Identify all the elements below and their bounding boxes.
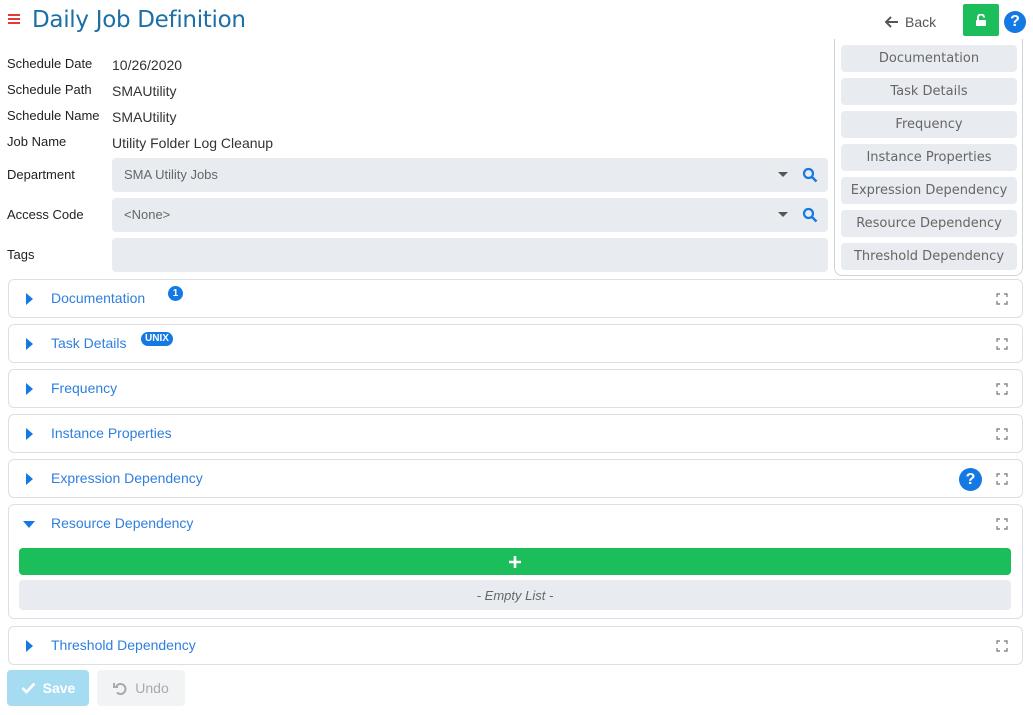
expand-arrow-icon[interactable]	[26, 338, 33, 350]
job-name-label: Job Name	[7, 134, 67, 149]
expand-arrow-icon[interactable]	[26, 640, 33, 652]
panel-task-details: Task Details UNIX	[8, 324, 1023, 363]
department-select[interactable]: SMA Utility Jobs	[112, 158, 828, 192]
empty-list-placeholder: - Empty List -	[19, 580, 1011, 610]
panel-title[interactable]: Resource Dependency	[51, 515, 193, 531]
page-title: Daily Job Definition	[32, 7, 246, 33]
help-icon[interactable]: ?	[959, 468, 982, 491]
tags-label: Tags	[7, 247, 35, 262]
panel-documentation: Documentation 1	[8, 279, 1023, 318]
help-icon[interactable]: ?	[1004, 11, 1026, 33]
quicknav-resource-dependency[interactable]: Resource Dependency	[841, 210, 1017, 237]
panel-instance-properties: Instance Properties	[8, 414, 1023, 453]
lock-toggle-button[interactable]	[963, 4, 999, 36]
arrow-left-icon	[885, 16, 898, 28]
quicknav-frequency[interactable]: Frequency	[841, 111, 1017, 138]
department-label: Department	[7, 167, 75, 182]
panel-threshold-dependency: Threshold Dependency	[8, 626, 1023, 665]
access-code-select[interactable]: <None>	[112, 198, 828, 232]
quicknav-instance-properties[interactable]: Instance Properties	[841, 144, 1017, 171]
expand-arrow-icon[interactable]	[26, 383, 33, 395]
quicknav-task-details[interactable]: Task Details	[841, 78, 1017, 105]
fullscreen-icon[interactable]	[996, 428, 1008, 440]
panel-header[interactable]: Frequency	[9, 370, 1022, 408]
schedule-name-value: SMAUtility	[112, 109, 177, 125]
plus-icon	[509, 555, 521, 568]
checkmark-icon	[21, 682, 36, 694]
panel-title[interactable]: Threshold Dependency	[51, 637, 196, 653]
fullscreen-icon[interactable]	[996, 518, 1008, 530]
panel-title[interactable]: Frequency	[51, 380, 117, 396]
fullscreen-icon[interactable]	[996, 383, 1008, 395]
panel-header[interactable]: Documentation 1	[9, 280, 1022, 318]
schedule-date-label: Schedule Date	[7, 56, 93, 71]
panel-title[interactable]: Instance Properties	[51, 425, 172, 441]
panel-expression-dependency: Expression Dependency ?	[8, 459, 1023, 498]
panel-header[interactable]: Resource Dependency	[9, 505, 1022, 543]
panel-header[interactable]: Task Details UNIX	[9, 325, 1022, 363]
dropdown-caret-icon[interactable]	[778, 212, 788, 217]
panel-resource-dependency: Resource Dependency - Empty List -	[8, 504, 1023, 619]
platform-badge: UNIX	[141, 332, 173, 346]
expand-arrow-icon[interactable]	[26, 473, 33, 485]
undo-button[interactable]: Undo	[97, 670, 185, 706]
fullscreen-icon[interactable]	[996, 473, 1008, 485]
quicknav-threshold-dependency[interactable]: Threshold Dependency	[841, 243, 1017, 270]
quick-nav: Documentation Task Details Frequency Ins…	[834, 39, 1023, 276]
panel-header[interactable]: Expression Dependency ?	[9, 460, 1022, 498]
job-name-value: Utility Folder Log Cleanup	[112, 135, 274, 151]
tags-input[interactable]	[112, 238, 828, 272]
schedule-path-value: SMAUtility	[112, 83, 177, 99]
panel-title[interactable]: Task Details	[51, 335, 126, 351]
undo-label: Undo	[135, 680, 169, 696]
fullscreen-icon[interactable]	[996, 338, 1008, 350]
schedule-date-value: 10/26/2020	[112, 57, 183, 73]
back-button[interactable]: Back	[885, 10, 936, 34]
add-resource-button[interactable]	[19, 548, 1011, 575]
panel-title[interactable]: Documentation	[51, 290, 145, 306]
unlock-icon	[976, 13, 986, 26]
count-badge: 1	[168, 286, 183, 301]
schedule-path-label: Schedule Path	[7, 82, 92, 97]
hamburger-menu-icon[interactable]	[8, 14, 20, 26]
quicknav-documentation[interactable]: Documentation	[841, 45, 1017, 72]
search-icon[interactable]	[802, 207, 818, 223]
panel-header[interactable]: Threshold Dependency	[9, 627, 1022, 665]
fullscreen-icon[interactable]	[996, 640, 1008, 652]
panel-title[interactable]: Expression Dependency	[51, 470, 203, 486]
access-code-value: <None>	[124, 207, 171, 222]
collapse-arrow-icon[interactable]	[23, 521, 35, 528]
search-icon[interactable]	[802, 167, 818, 183]
undo-icon	[113, 682, 127, 695]
quicknav-expression-dependency[interactable]: Expression Dependency	[841, 177, 1017, 204]
panel-header[interactable]: Instance Properties	[9, 415, 1022, 453]
dropdown-caret-icon[interactable]	[778, 172, 788, 177]
expand-arrow-icon[interactable]	[26, 428, 33, 440]
access-code-label: Access Code	[7, 207, 84, 222]
fullscreen-icon[interactable]	[996, 293, 1008, 305]
schedule-name-label: Schedule Name	[7, 108, 100, 123]
back-label: Back	[905, 14, 937, 30]
panel-frequency: Frequency	[8, 369, 1023, 408]
save-label: Save	[42, 680, 76, 696]
expand-arrow-icon[interactable]	[26, 293, 33, 305]
department-value: SMA Utility Jobs	[124, 167, 218, 182]
save-button[interactable]: Save	[7, 670, 89, 706]
